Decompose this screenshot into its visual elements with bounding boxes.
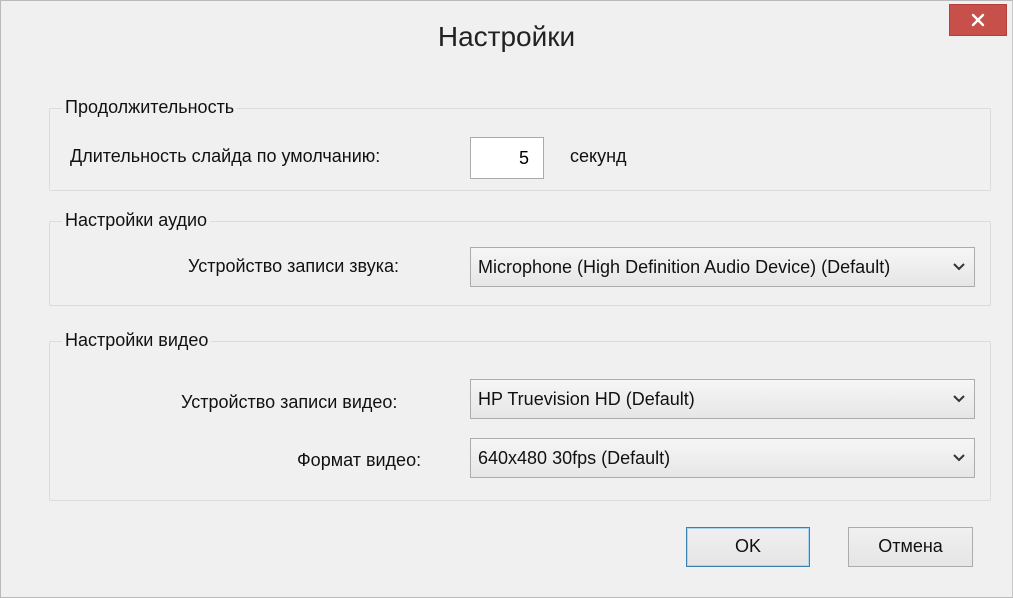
video-group-title: Настройки видео xyxy=(62,330,212,351)
audio-group: Настройки аудио Устройство записи звука:… xyxy=(49,210,991,306)
slide-duration-input[interactable]: 5 xyxy=(470,137,544,179)
seconds-unit-label: секунд xyxy=(570,146,627,166)
audio-group-title: Настройки аудио xyxy=(62,210,211,231)
dialog-title: Настройки xyxy=(437,21,576,52)
chevron-down-icon xyxy=(953,395,965,403)
close-icon xyxy=(971,13,985,27)
dialog-content: Продолжительность Длительность слайда по… xyxy=(11,79,1003,589)
video-device-dropdown-button[interactable] xyxy=(944,380,974,418)
chevron-down-icon xyxy=(953,263,965,271)
default-slide-duration-label: Длительность слайда по умолчанию: xyxy=(70,146,381,166)
video-format-value: 640x480 30fps (Default) xyxy=(478,448,671,468)
video-format-dropdown-button[interactable] xyxy=(944,439,974,477)
video-device-label: Устройство записи видео: xyxy=(181,392,398,412)
duration-group-title: Продолжительность xyxy=(62,97,238,118)
audio-device-value: Microphone (High Definition Audio Device… xyxy=(478,257,891,277)
ok-button[interactable]: OK xyxy=(686,527,810,567)
video-format-label: Формат видео: xyxy=(297,450,422,470)
video-device-value: HP Truevision HD (Default) xyxy=(478,389,695,409)
cancel-button[interactable]: Отмена xyxy=(848,527,973,567)
duration-group: Продолжительность Длительность слайда по… xyxy=(49,97,991,191)
audio-dropdown-button[interactable] xyxy=(944,248,974,286)
video-device-select[interactable]: HP Truevision HD (Default) xyxy=(470,379,975,419)
audio-device-select[interactable]: Microphone (High Definition Audio Device… xyxy=(470,247,975,287)
title-bar[interactable]: Настройки xyxy=(1,1,1012,79)
audio-device-label: Устройство записи звука: xyxy=(188,256,399,276)
video-format-select[interactable]: 640x480 30fps (Default) xyxy=(470,438,975,478)
settings-dialog: Настройки Продолжительность Длительность… xyxy=(0,0,1013,598)
video-group: Настройки видео Устройство записи видео:… xyxy=(49,330,991,501)
chevron-down-icon xyxy=(953,454,965,462)
close-button[interactable] xyxy=(949,4,1007,36)
